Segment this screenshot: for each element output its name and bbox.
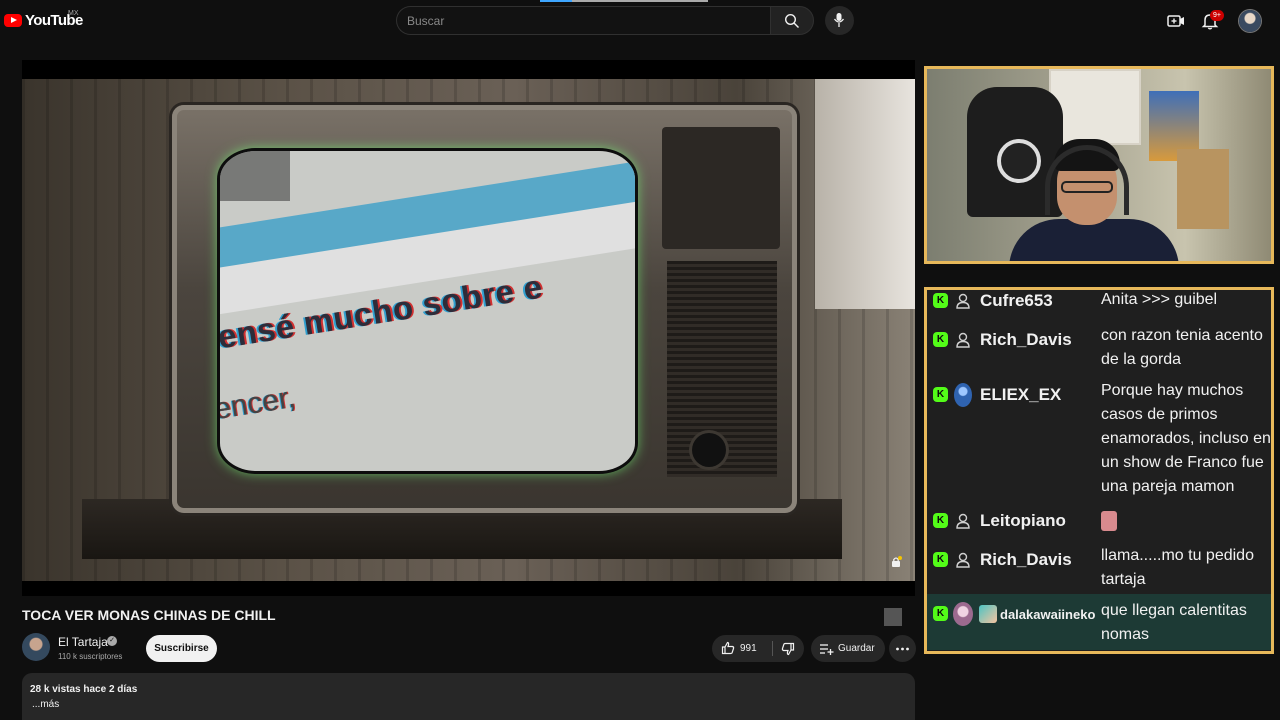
- kick-badge-icon: K: [933, 513, 948, 528]
- chat-message-highlighted: K dalakawaiineko que llegan calentitas n…: [927, 594, 1271, 650]
- like-count: 991: [740, 643, 757, 654]
- search-placeholder: Buscar: [407, 13, 445, 28]
- chat-message: K ELIEX_EX Porque hay muchos casos de pr…: [927, 377, 1271, 499]
- chat-text: Anita >>> guibel: [1101, 291, 1218, 308]
- user-avatar: [953, 602, 973, 626]
- save-label: Guardar: [838, 643, 875, 654]
- thumbs-down-icon: [781, 642, 795, 656]
- chat-text: Porque hay muchos casos de primos enamor…: [1101, 382, 1271, 495]
- chat-username: Rich_Davis: [980, 550, 1072, 569]
- kick-badge-icon: K: [933, 332, 948, 347]
- dislike-button[interactable]: [773, 635, 804, 662]
- chat-message: K Rich_Davis llama.....mo tu pedido tart…: [927, 544, 1271, 594]
- description-box[interactable]: 28 k vistas hace 2 días ...más: [22, 673, 915, 720]
- search-icon: [784, 13, 799, 28]
- chat-message: K Leitopiano: [927, 505, 1271, 537]
- webcam-jacket-logo: [997, 139, 1041, 183]
- like-dislike-group: 991: [712, 635, 804, 662]
- channel-name[interactable]: El Tartaja: [58, 635, 108, 649]
- user-icon: [956, 332, 970, 348]
- webcam-person-body: [1009, 219, 1179, 261]
- tv-screen: ensé mucho sobre e encer,: [220, 151, 635, 471]
- chat-username: Leitopiano: [980, 511, 1066, 530]
- screen-text-second: encer,: [220, 380, 298, 427]
- chat-message: K Rich_Davis con razon tenia acento de l…: [927, 322, 1271, 372]
- webcam-desk: [1177, 149, 1229, 229]
- verified-icon: ✓: [107, 636, 117, 646]
- chat-username: Cufre653: [980, 291, 1053, 310]
- window-light: [815, 79, 915, 309]
- search-button[interactable]: [770, 6, 814, 35]
- emote-icon: [1101, 511, 1117, 531]
- mic-icon: [833, 13, 845, 27]
- chat-text: con razon tenia acento de la gorda: [1101, 327, 1263, 368]
- tv-knob: [692, 433, 726, 467]
- kick-badge-icon: K: [933, 606, 948, 621]
- chat-overlay: K Cufre653 Anita >>> guibel K Rich_Davis…: [924, 287, 1274, 654]
- chat-message: K Cufre653 Anita >>> guibel: [927, 290, 1271, 314]
- lock-icon[interactable]: [890, 556, 902, 568]
- chat-text: llama.....mo tu pedido tartaja: [1101, 547, 1254, 588]
- screen-search-icon: [220, 151, 290, 201]
- like-button[interactable]: 991: [712, 635, 772, 662]
- chat-username: dalakawaiineko: [1000, 607, 1096, 622]
- country-code: MX: [68, 10, 79, 17]
- user-avatar: [954, 383, 972, 407]
- video-player[interactable]: ensé mucho sobre e encer,: [22, 60, 915, 626]
- views-and-date: 28 k vistas hace 2 días: [30, 684, 138, 695]
- video-frame[interactable]: ensé mucho sobre e encer,: [22, 79, 915, 581]
- user-icon: [956, 293, 970, 309]
- more-actions-button[interactable]: [889, 635, 916, 662]
- notification-badge: 9+: [1210, 10, 1224, 21]
- show-more-link[interactable]: ...más: [32, 699, 59, 710]
- account-avatar[interactable]: [1239, 10, 1261, 32]
- playlist-add-icon: [820, 644, 834, 655]
- video-title: TOCA VER MONAS CHINAS DE CHILL: [22, 607, 276, 623]
- tv-set: ensé mucho sobre e encer,: [172, 105, 797, 513]
- top-bar: YouTube MX Buscar 9+: [0, 0, 1280, 44]
- create-icon[interactable]: [1166, 11, 1186, 31]
- subscribe-button[interactable]: Suscribirse: [146, 635, 217, 662]
- more-horizontal-icon: [896, 647, 909, 651]
- kick-badge-icon: K: [933, 387, 948, 402]
- user-icon: [956, 513, 970, 529]
- save-button[interactable]: Guardar: [811, 635, 885, 662]
- loading-progress-bar: [540, 0, 708, 2]
- user-icon: [956, 552, 970, 568]
- kick-badge-icon: K: [933, 293, 948, 308]
- voice-search-button[interactable]: [825, 6, 854, 35]
- creator-thumbnail[interactable]: [884, 608, 902, 626]
- kick-badge-icon: K: [933, 552, 948, 567]
- tv-control-panel: [662, 127, 780, 249]
- user-badge-icon: [979, 605, 997, 623]
- search-input[interactable]: Buscar: [396, 6, 770, 35]
- webcam-overlay: [924, 66, 1274, 264]
- chat-username: Rich_Davis: [980, 330, 1072, 349]
- subscriber-count: 110 k suscriptores: [58, 652, 123, 661]
- chat-text: que llegan calentitas nomas: [1101, 602, 1247, 643]
- youtube-logo-icon: [4, 14, 22, 27]
- chat-username: ELIEX_EX: [980, 385, 1062, 404]
- channel-avatar[interactable]: [22, 633, 50, 661]
- thumbs-up-icon: [721, 641, 735, 655]
